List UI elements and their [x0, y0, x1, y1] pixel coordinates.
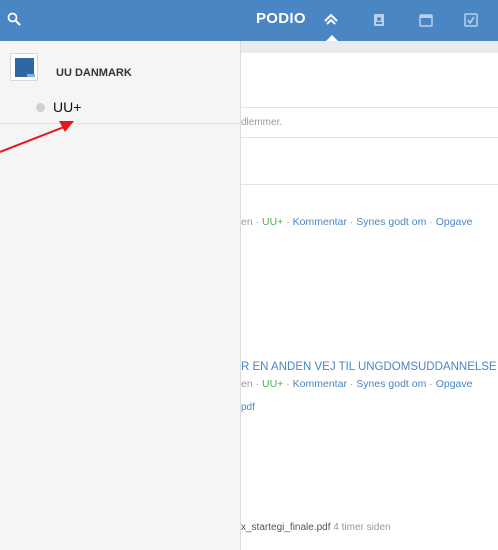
divider — [241, 107, 498, 108]
comment-link[interactable]: Kommentar — [293, 378, 347, 390]
space-link[interactable]: UU+ — [262, 378, 283, 390]
task-link[interactable]: Opgave — [436, 378, 473, 390]
divider — [241, 137, 498, 138]
top-navigation-bar: PODIO — [0, 0, 498, 41]
post-meta: en · — [241, 378, 263, 390]
activity-stream: dlemmer. en · UU+ · Kommentar · Synes go… — [241, 41, 498, 550]
active-tab-pointer — [326, 35, 338, 41]
attachment-link[interactable]: pdf — [241, 402, 255, 413]
calendar-icon[interactable] — [418, 12, 434, 28]
post-actions: en · UU+ · Kommentar · Synes godt om · O… — [241, 378, 473, 390]
home-icon[interactable] — [323, 12, 339, 28]
sidebar-item-uu-plus[interactable]: UU+ — [0, 97, 241, 124]
contacts-icon[interactable] — [371, 12, 387, 28]
post-actions: en · UU+ · Kommentar · Synes godt om · O… — [241, 216, 473, 228]
space-label: UU+ — [53, 99, 82, 115]
like-link[interactable]: Synes godt om — [356, 216, 426, 228]
post-meta: en · — [241, 216, 263, 228]
podio-logo[interactable]: PODIO — [256, 10, 306, 27]
file-entry: x_startegi_finale.pdf 4 timer siden — [241, 522, 391, 533]
file-name[interactable]: x_startegi_finale.pdf — [241, 522, 331, 533]
space-link[interactable]: UU+ — [262, 216, 283, 228]
file-time: 4 timer siden — [333, 522, 391, 533]
space-bullet-icon — [36, 103, 45, 112]
divider — [241, 184, 498, 185]
sub-header-bar — [241, 41, 498, 53]
workspace-drawer: UU DANMARK UU+ — [0, 41, 241, 550]
like-link[interactable]: Synes godt om — [356, 378, 426, 390]
task-link[interactable]: Opgave — [436, 216, 473, 228]
search-icon[interactable] — [7, 12, 21, 26]
members-text: dlemmer. — [241, 117, 283, 128]
comment-link[interactable]: Kommentar — [293, 216, 347, 228]
tasks-icon[interactable] — [463, 12, 479, 28]
organization-name: UU DANMARK — [56, 67, 132, 79]
organization-logo-icon — [10, 53, 38, 81]
organization-row[interactable]: UU DANMARK — [0, 41, 241, 85]
post-title[interactable]: R EN ANDEN VEJ TIL UNGDOMSUDDANNELSE — [241, 361, 497, 373]
